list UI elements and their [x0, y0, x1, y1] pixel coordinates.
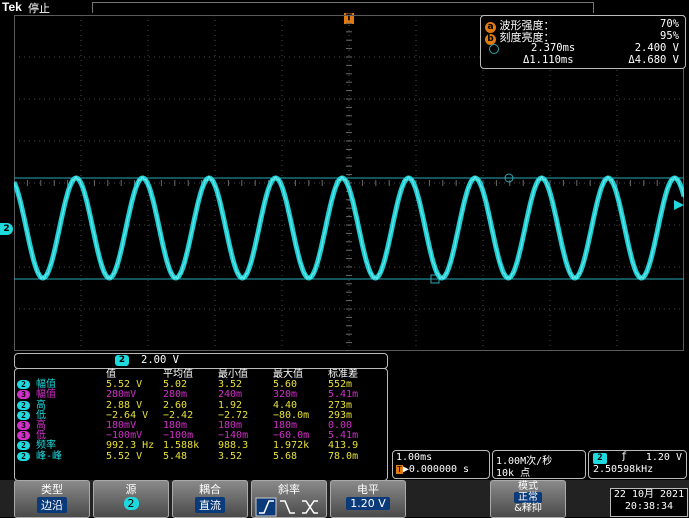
delta-time: Δ1.110ms [523, 54, 574, 66]
record-position-bar [92, 2, 594, 13]
measurement-row: 2 幅值 5.52 V 5.02 3.52 5.60 552m [15, 379, 379, 390]
record-length: 10k 点 [496, 468, 531, 479]
measurement-row: 3 高 180mV 180m 180m 180m 0.00 [15, 420, 379, 431]
trigger-source-value: 2 [123, 497, 139, 510]
channel-badge: 2 [17, 400, 30, 410]
measurement-table: 值 平均值 最小值 最大值 标准差 2 幅值 5.52 V 5.02 3.52 5.60… [15, 369, 379, 462]
mode-label: 模式 [518, 481, 538, 492]
trigger-status-panel[interactable]: 2 ƒ 1.20 V 2.50598kHz [588, 450, 687, 479]
coupling-label: 耦合 [199, 483, 221, 496]
measurement-row: 3 幅值 280mV 280m 240m 320m 5.41m [15, 390, 379, 400]
measurement-value: 5.68 [273, 450, 298, 462]
channel-badge: 3 [17, 421, 30, 431]
trigger-type-value: 边沿 [37, 497, 67, 513]
timebase-panel[interactable]: 1.00ms T▶0.000000 s [392, 450, 490, 479]
measurement-row: 2 高 2.88 V 2.60 1.92 4.40 273m [15, 400, 379, 411]
trigger-type-label: 类型 [41, 483, 63, 496]
waveform-intensity-value: 70% [660, 18, 679, 30]
ch2-trigger-arrow [674, 200, 684, 210]
channel-badge: 2 [17, 451, 30, 461]
channel-badge: 3 [17, 390, 30, 400]
measurement-value: 3.52 [218, 450, 243, 462]
trigger-source-button[interactable]: 源 2 [93, 480, 169, 518]
coupling-value: 直流 [195, 497, 225, 513]
slope-button[interactable]: 斜率 [251, 480, 327, 518]
run-state: 停止 [28, 2, 50, 15]
trigger-icon: T [396, 465, 403, 474]
channel-badge: 2 [17, 380, 30, 390]
slope-label: 斜率 [278, 483, 300, 496]
trigger-frequency: 2.50598kHz [593, 464, 654, 475]
brand-logo: Tek [2, 0, 22, 14]
channel-badge: 2 [17, 441, 30, 451]
measurement-row: 2 频率 992.3 Hz 1.588k 988.3 1.972k 413.9 [15, 441, 379, 451]
measurement-value: 5.48 [163, 450, 188, 462]
trigger-level-value: 1.20 V [346, 497, 390, 510]
slope-icons [255, 497, 318, 517]
display-settings-panel: a 波形强度： 70% b 刻度亮度： 95% 2.370ms 2.400 V … [480, 15, 686, 69]
measurement-panel: 值 平均值 最小值 最大值 标准差 2 幅值 5.52 V 5.02 3.52 5.60… [14, 368, 388, 481]
trigger-level-button[interactable]: 电平 1.20 V [330, 480, 406, 518]
channel-2-scale: 2.00 V [141, 354, 179, 366]
channel-badge: 2 [17, 410, 30, 420]
coupling-button[interactable]: 耦合 直流 [172, 480, 248, 518]
measurement-row: 2 峰-峰 5.52 V 5.48 3.52 5.68 78.0m [15, 450, 379, 462]
channel-scale-bar[interactable]: 2 2.00 V [14, 353, 388, 369]
horizontal-scale: 1.00ms [396, 452, 433, 463]
trigger-source-badge: 2 [593, 453, 607, 464]
measurement-value: 78.0m [328, 450, 359, 462]
measurement-row: 2 低 −2.64 V −2.42 −2.72 −80.0m 293m [15, 410, 379, 421]
measurement-name: 峰-峰 [36, 450, 63, 462]
trigger-slope-icon: ƒ [621, 451, 628, 462]
falling-slope-icon [280, 500, 295, 514]
mode-extra: &释抑 [514, 503, 542, 514]
cursor-circle-icon [489, 44, 499, 54]
mode-value: 正常 [514, 492, 542, 503]
datetime-box: 22 10月 2021 20:38:34 [610, 488, 688, 517]
graticule-brightness-value: 95% [660, 30, 679, 42]
channel-2-badge: 2 [115, 355, 129, 366]
acquisition-panel[interactable]: 1.00M次/秒 10k 点 [492, 450, 586, 479]
channel-2-ground-marker[interactable]: 2 [0, 223, 13, 235]
cursor1-volt: 2.400 V [634, 42, 679, 54]
date: 22 10月 2021 [613, 489, 685, 500]
trigger-mode-button[interactable]: 模式 正常 &释抑 [490, 480, 566, 518]
trigger-level-label: 电平 [357, 483, 379, 496]
trigger-position: ▶0.000000 s [402, 464, 470, 475]
trigger-level: 1.20 V [645, 452, 682, 463]
channel-badge: 3 [17, 431, 30, 441]
time: 20:38:34 [624, 501, 674, 512]
cursor1-time: 2.370ms [531, 42, 576, 54]
delta-volt: Δ4.680 V [628, 54, 679, 66]
trigger-type-button[interactable]: 类型 边沿 [14, 480, 90, 518]
measurement-value: 5.52 V [106, 450, 143, 462]
trigger-source-label: 源 [125, 483, 137, 496]
